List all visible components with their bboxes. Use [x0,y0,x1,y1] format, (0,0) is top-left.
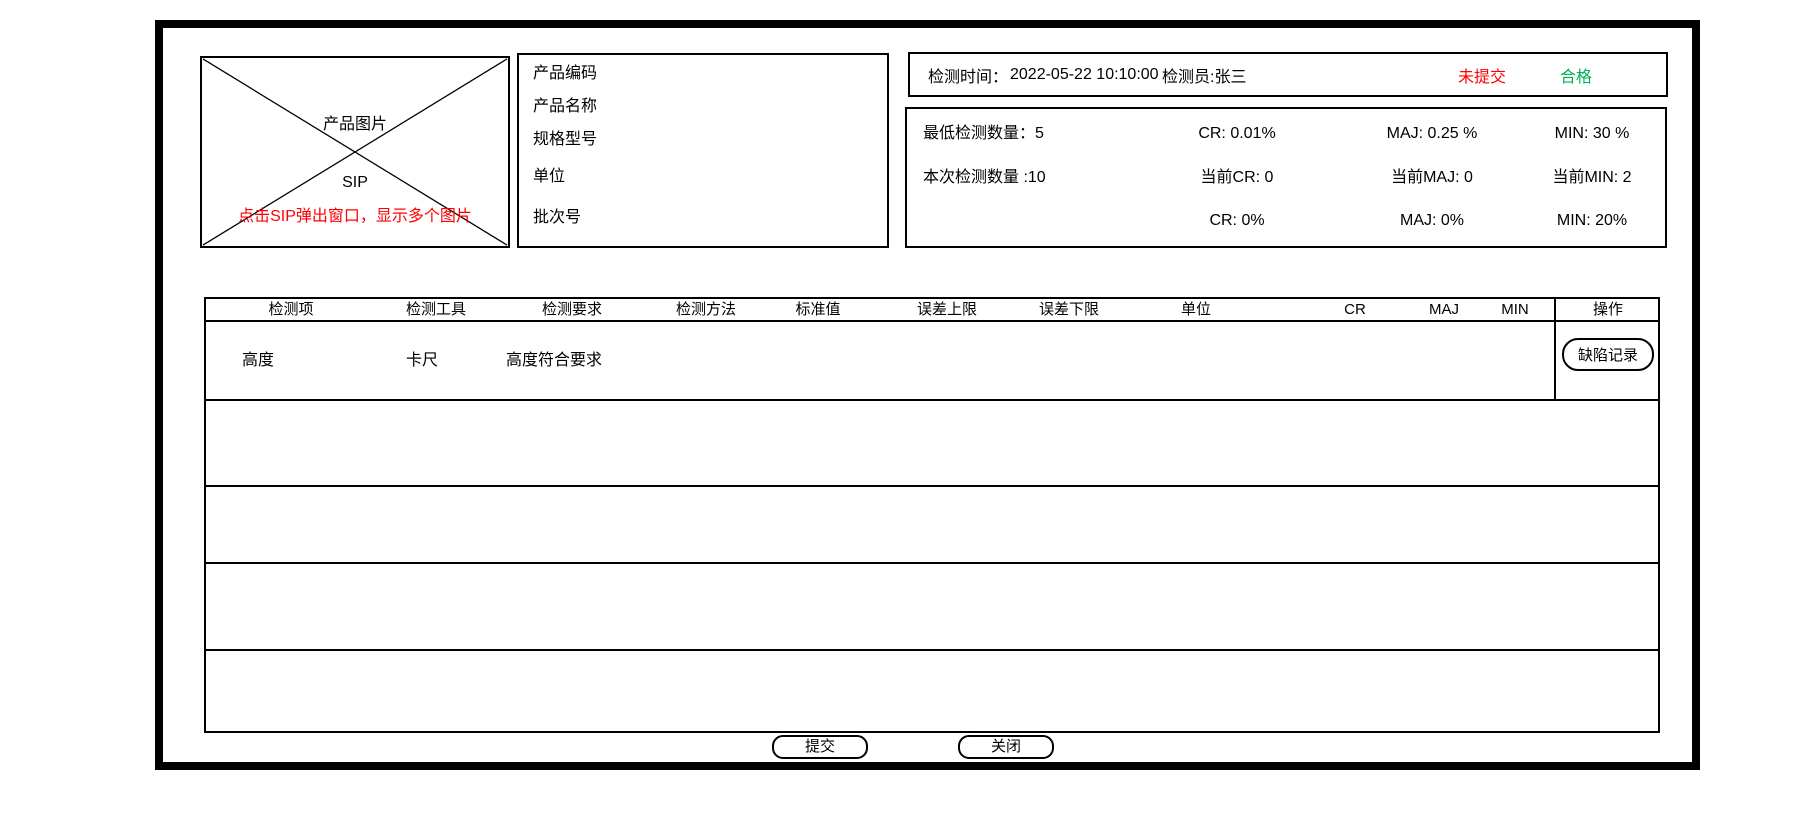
header-underline [206,320,1658,322]
product-image-label: 产品图片 [202,110,508,134]
row-divider-4 [206,649,1658,651]
inspection-dialog: 产品图片 SIP 点击SIP弹出窗口，显示多个图片 产品编码 产品名称 规格型号… [0,0,1819,833]
col-header-maj: MAJ [1429,300,1459,320]
cr-rate: CR: 0% [1147,206,1327,236]
current-cr: 当前CR: 0 [1147,163,1327,193]
inspector-name: 检测员:张三 [1162,63,1246,87]
col-header-item: 检测项 [268,300,313,320]
col-header-method: 检测方法 [676,300,736,320]
maj-limit: MAJ: 0.25 % [1342,119,1522,149]
col-header-upper-tol: 误差上限 [917,300,977,320]
stats-row-current: 本次检测数量 :10 当前CR: 0 当前MAJ: 0 当前MIN: 2 [907,163,1665,193]
maj-rate: MAJ: 0% [1342,206,1522,236]
field-label-product-code: 产品编码 [533,63,597,85]
current-maj: 当前MAJ: 0 [1342,163,1522,193]
field-label-product-name: 产品名称 [533,96,597,118]
cr-limit: CR: 0.01% [1147,119,1327,149]
defect-record-button[interactable]: 缺陷记录 [1562,338,1654,371]
col-header-tool: 检测工具 [406,300,466,320]
current-inspect-qty: 本次检测数量 :10 [923,163,1153,193]
inspection-header-bar: 检测时间： 2022-05-22 10:10:00 检测员:张三 未提交 合格 [908,52,1668,97]
row-divider-3 [206,562,1658,564]
action-column-divider [1554,299,1556,399]
field-label-batch-number: 批次号 [533,207,581,229]
min-limit: MIN: 30 % [1517,119,1667,149]
row-divider-2 [206,485,1658,487]
row-requirement-value: 高度符合要求 [506,349,602,373]
inspection-stats-box: 最低检测数量：5 CR: 0.01% MAJ: 0.25 % MIN: 30 %… [905,107,1667,248]
inspection-time-label: 检测时间： [928,63,1008,87]
col-header-standard: 标准值 [795,300,840,320]
col-header-unit: 单位 [1181,300,1211,320]
min-rate: MIN: 20% [1517,206,1667,236]
field-label-unit: 单位 [533,166,565,188]
product-image-placeholder[interactable]: 产品图片 SIP 点击SIP弹出窗口，显示多个图片 [200,56,510,248]
inspection-items-table: 检测项 检测工具 检测要求 检测方法 标准值 误差上限 误差下限 单位 CR M… [204,297,1660,733]
min-inspect-qty: 最低检测数量：5 [923,119,1153,149]
status-unsubmitted-badge: 未提交 [1458,63,1506,87]
col-header-action: 操作 [1593,300,1623,320]
row-item-value: 高度 [242,349,274,373]
close-button[interactable]: 关闭 [958,735,1054,759]
sip-note: 点击SIP弹出窗口，显示多个图片 [202,202,508,226]
submit-button[interactable]: 提交 [772,735,868,759]
sip-label[interactable]: SIP [202,174,508,192]
current-min: 当前MIN: 2 [1517,163,1667,193]
field-label-spec-model: 规格型号 [533,129,597,151]
col-header-requirement: 检测要求 [542,300,602,320]
status-result-badge: 合格 [1560,63,1592,87]
col-header-cr: CR [1344,300,1366,320]
row-tool-value: 卡尺 [406,349,438,373]
stats-row-rates: CR: 0% MAJ: 0% MIN: 20% [907,206,1665,236]
row-divider-1 [206,399,1658,401]
col-header-lower-tol: 误差下限 [1039,300,1099,320]
product-info-box: 产品编码 产品名称 规格型号 单位 批次号 [517,53,889,248]
inspection-time-value: 2022-05-22 10:10:00 [1010,66,1159,84]
col-header-min: MIN [1501,300,1529,320]
stats-row-limits: 最低检测数量：5 CR: 0.01% MAJ: 0.25 % MIN: 30 % [907,119,1665,149]
